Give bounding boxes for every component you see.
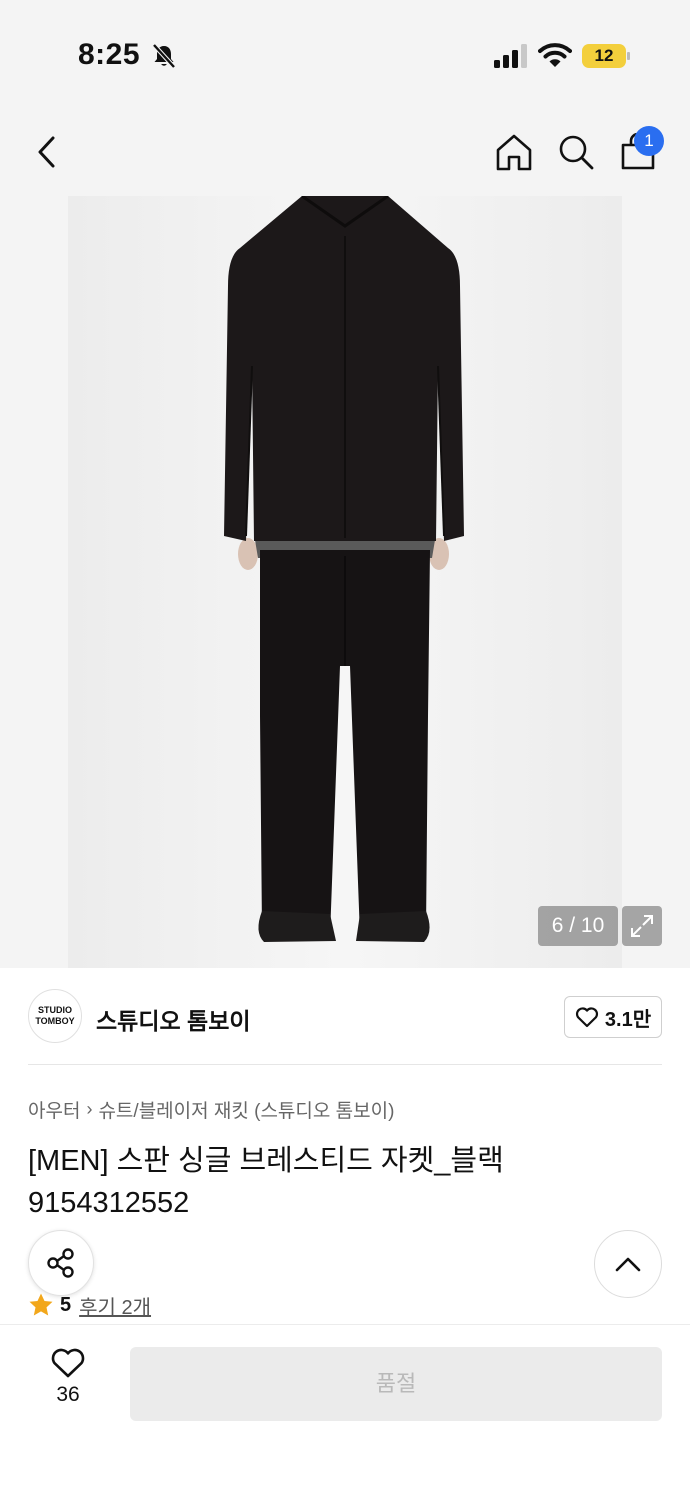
share-button[interactable] xyxy=(28,1230,94,1296)
product-photo[interactable] xyxy=(68,196,622,968)
status-time: 8:25 xyxy=(78,38,141,71)
sold-out-button[interactable]: 품절 xyxy=(130,1347,662,1421)
bell-slash-icon xyxy=(152,43,176,69)
wishlist-count: 36 xyxy=(56,1383,80,1406)
heart-icon xyxy=(575,1007,598,1028)
wifi-icon xyxy=(538,43,572,67)
back-icon xyxy=(38,136,55,168)
chevron-up-icon xyxy=(615,1257,641,1272)
model-back-view-illustration xyxy=(68,196,622,968)
star-icon xyxy=(29,1293,53,1316)
wishlist-button[interactable]: 36 xyxy=(40,1347,96,1417)
divider xyxy=(28,1064,662,1065)
brand-row[interactable]: STUDIO TOMBOY 스튜디오 톰보이 3.1만 xyxy=(28,988,662,1046)
search-button[interactable] xyxy=(552,128,600,176)
brand-like-count: 3.1만 xyxy=(604,1008,652,1031)
review-count-link[interactable]: 후기 2개 xyxy=(79,1291,151,1320)
breadcrumb-subcategory[interactable]: 슈트/블레이저 재킷 (스튜디오 톰보이) xyxy=(98,1096,394,1123)
heart-icon xyxy=(51,1348,85,1378)
rating-score: 5 xyxy=(60,1293,72,1316)
chevron-right-icon: › xyxy=(86,1099,93,1119)
expand-image-button[interactable] xyxy=(622,906,662,946)
breadcrumb: 아우터 › 슈트/블레이저 재킷 (스튜디오 톰보이) xyxy=(28,1096,394,1123)
battery-icon: 12 xyxy=(582,44,630,68)
top-nav-bar xyxy=(0,110,690,196)
share-icon xyxy=(47,1248,74,1278)
expand-icon xyxy=(631,915,653,937)
home-button[interactable] xyxy=(490,128,538,176)
brand-logo[interactable]: STUDIO TOMBOY xyxy=(28,989,82,1043)
cellular-signal-icon xyxy=(494,44,527,68)
product-image-gallery[interactable]: 6 / 10 xyxy=(0,196,690,968)
breadcrumb-category[interactable]: 아우터 xyxy=(28,1096,80,1123)
status-bar: 8:25 12 xyxy=(0,0,690,110)
brand-name[interactable]: 스튜디오 톰보이 xyxy=(96,1002,251,1036)
product-title: [MEN] 스판 싱글 브레스티드 자켓_블랙 9154312552 xyxy=(28,1145,504,1219)
brand-logo-line2: TOMBOY xyxy=(35,1016,75,1026)
cart-count-badge: 1 xyxy=(634,126,664,156)
image-counter: 6 / 10 xyxy=(538,906,618,946)
battery-tip xyxy=(627,52,630,60)
bottom-action-bar: 36 품절 xyxy=(0,1324,690,1500)
brand-like-button[interactable]: 3.1만 xyxy=(564,996,662,1038)
brand-logo-line1: STUDIO xyxy=(37,1005,72,1015)
rating-row: 5 후기 2개 xyxy=(28,1290,151,1320)
scroll-to-top-button[interactable] xyxy=(594,1230,662,1298)
search-icon xyxy=(559,135,594,170)
battery-level: 12 xyxy=(594,46,614,65)
home-icon xyxy=(496,134,532,171)
back-button[interactable] xyxy=(24,128,72,176)
